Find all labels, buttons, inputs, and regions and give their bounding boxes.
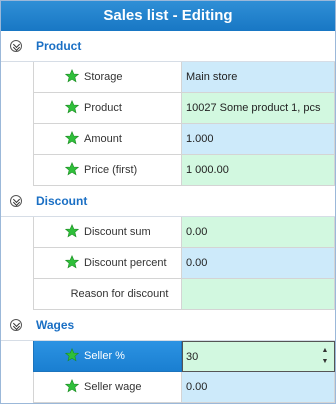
field-label: Price (first) xyxy=(84,164,138,176)
field-row-storage[interactable]: Storage Main store xyxy=(1,62,335,93)
field-label-cell: Seller % xyxy=(33,341,182,372)
field-row-amount[interactable]: Amount 1.000 xyxy=(1,124,335,155)
section-title-wages: Wages xyxy=(36,318,75,332)
section-header-discount[interactable]: Discount xyxy=(1,186,335,217)
discount-sum-field[interactable]: 0.00 xyxy=(182,217,335,248)
price-field[interactable]: 1 000.00 xyxy=(182,155,335,186)
star-icon xyxy=(65,348,79,362)
star-icon xyxy=(65,100,79,114)
seller-percent-input[interactable]: 30 ▲ ▼ xyxy=(182,341,335,372)
field-row-discount-percent[interactable]: Discount percent 0.00 xyxy=(1,248,335,279)
seller-percent-value[interactable]: 30 xyxy=(186,351,198,363)
field-label-cell: Seller wage xyxy=(33,372,182,403)
field-label: Seller % xyxy=(84,350,125,362)
field-row-discount-reason[interactable]: Reason for discount xyxy=(1,279,335,310)
product-field[interactable]: 10027 Some product 1, pcs xyxy=(182,93,335,124)
field-label: Seller wage xyxy=(84,381,142,393)
field-label-cell: Product xyxy=(33,93,182,124)
field-row-seller-wage[interactable]: Seller wage 0.00 xyxy=(1,372,335,403)
amount-field[interactable]: 1.000 xyxy=(182,124,335,155)
discount-reason-field[interactable] xyxy=(182,279,335,310)
seller-wage-field[interactable]: 0.00 xyxy=(182,372,335,403)
collapse-icon[interactable] xyxy=(10,195,22,207)
field-label-cell: Discount sum xyxy=(33,217,182,248)
field-label: Product xyxy=(84,102,122,114)
window-title: Sales list - Editing xyxy=(1,1,335,31)
star-icon xyxy=(65,224,79,238)
star-icon xyxy=(65,162,79,176)
field-label: Discount sum xyxy=(84,226,151,238)
field-label: Amount xyxy=(84,133,122,145)
section-header-product[interactable]: Product xyxy=(1,31,335,62)
field-label-cell: Storage xyxy=(33,62,182,93)
field-row-discount-sum[interactable]: Discount sum 0.00 xyxy=(1,217,335,248)
section-title-discount: Discount xyxy=(36,194,88,208)
collapse-icon[interactable] xyxy=(10,319,22,331)
storage-field[interactable]: Main store xyxy=(182,62,335,93)
spin-down-icon[interactable]: ▼ xyxy=(320,356,330,367)
star-icon xyxy=(65,131,79,145)
star-icon xyxy=(65,69,79,83)
field-row-seller-percent[interactable]: Seller % 30 ▲ ▼ xyxy=(1,341,335,372)
collapse-icon[interactable] xyxy=(10,40,22,52)
field-label: Reason for discount xyxy=(70,288,169,300)
field-row-product[interactable]: Product 10027 Some product 1, pcs xyxy=(1,93,335,124)
star-icon xyxy=(65,255,79,269)
section-title-product: Product xyxy=(36,39,82,53)
field-label-cell: Discount percent xyxy=(33,248,182,279)
star-icon xyxy=(65,379,79,393)
field-label: Storage xyxy=(84,71,123,83)
discount-percent-field[interactable]: 0.00 xyxy=(182,248,335,279)
field-label: Discount percent xyxy=(84,257,167,269)
field-label-cell: Price (first) xyxy=(33,155,182,186)
section-header-wages[interactable]: Wages xyxy=(1,310,335,341)
field-label-cell: Amount xyxy=(33,124,182,155)
field-row-price[interactable]: Price (first) 1 000.00 xyxy=(1,155,335,186)
spin-up-down-icon[interactable]: ▲ ▼ xyxy=(320,345,330,367)
field-label-cell: Reason for discount xyxy=(33,279,182,310)
editor-window: Sales list - Editing Product Storage Mai… xyxy=(0,0,336,404)
spin-up-icon[interactable]: ▲ xyxy=(320,345,330,356)
